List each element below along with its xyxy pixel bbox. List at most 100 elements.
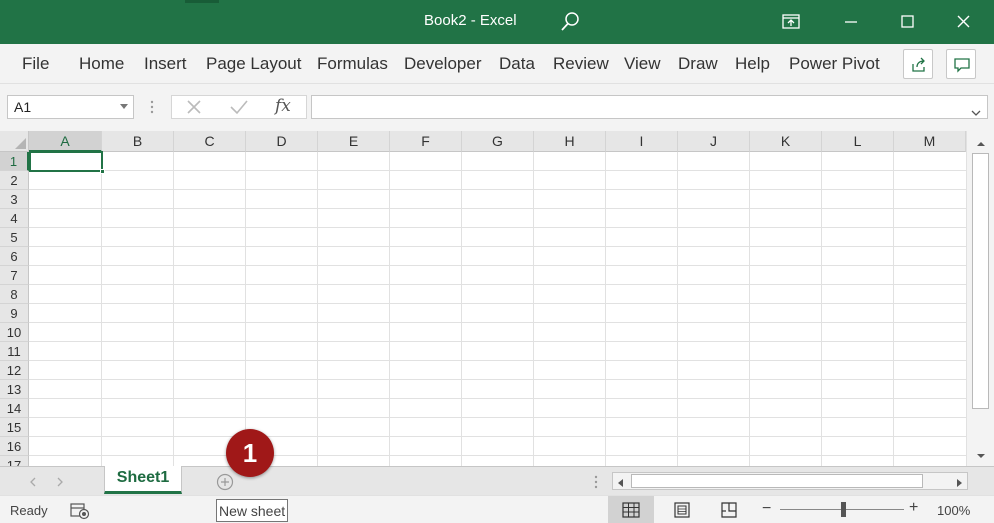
- column-header[interactable]: H: [534, 131, 606, 152]
- tab-view[interactable]: View: [624, 54, 661, 74]
- scroll-right-icon[interactable]: [953, 476, 965, 488]
- row-header[interactable]: 15: [0, 418, 29, 437]
- row-header[interactable]: 4: [0, 209, 29, 228]
- fill-handle[interactable]: [100, 169, 105, 174]
- name-box[interactable]: A1: [7, 95, 134, 119]
- column-header[interactable]: D: [246, 131, 318, 152]
- scroll-up-icon[interactable]: [973, 137, 989, 151]
- drag-handle-icon[interactable]: [150, 100, 154, 114]
- page-break-preview-icon: [721, 502, 737, 518]
- share-button[interactable]: [903, 49, 933, 79]
- tab-developer[interactable]: Developer: [404, 54, 482, 74]
- column-header[interactable]: I: [606, 131, 678, 152]
- column-header[interactable]: A: [29, 131, 102, 152]
- insert-function-icon[interactable]: fx: [275, 96, 291, 116]
- gridline: [29, 436, 966, 437]
- row-header[interactable]: 12: [0, 361, 29, 380]
- scroll-left-icon[interactable]: [615, 476, 627, 488]
- tab-power-pivot[interactable]: Power Pivot: [789, 54, 880, 74]
- horizontal-scrollbar[interactable]: [612, 472, 968, 490]
- zoom-slider-thumb[interactable]: [841, 502, 846, 517]
- vertical-scrollbar[interactable]: [966, 131, 994, 466]
- column-header[interactable]: B: [102, 131, 174, 152]
- column-header[interactable]: L: [822, 131, 894, 152]
- worksheet-grid[interactable]: A B C D E F G H I J K L M 1 2 3 4 5 6 7 …: [0, 131, 966, 466]
- row-header[interactable]: 9: [0, 304, 29, 323]
- zoom-out-button[interactable]: −: [762, 500, 771, 518]
- autosave-accent: [185, 0, 219, 3]
- new-sheet-tooltip: New sheet: [216, 499, 288, 522]
- row-header[interactable]: 2: [0, 171, 29, 190]
- column-header[interactable]: F: [390, 131, 462, 152]
- tab-file[interactable]: File: [22, 54, 49, 74]
- tab-data[interactable]: Data: [499, 54, 535, 74]
- sheet-tab-sheet1[interactable]: Sheet1: [104, 466, 182, 494]
- ribbon-display-options-icon[interactable]: [779, 12, 805, 32]
- tab-review[interactable]: Review: [553, 54, 609, 74]
- active-cell-a1[interactable]: [29, 151, 105, 174]
- share-icon: [912, 57, 925, 72]
- zoom-level[interactable]: 100%: [937, 503, 970, 518]
- row-header[interactable]: 11: [0, 342, 29, 361]
- gridline: [29, 379, 966, 380]
- column-header[interactable]: M: [894, 131, 966, 152]
- tab-draw[interactable]: Draw: [678, 54, 718, 74]
- column-header[interactable]: G: [462, 131, 534, 152]
- tab-insert[interactable]: Insert: [144, 54, 187, 74]
- tab-page-layout[interactable]: Page Layout: [206, 54, 301, 74]
- column-header[interactable]: K: [750, 131, 822, 152]
- sheet-tab-bar: Sheet1: [0, 466, 994, 495]
- row-header[interactable]: 3: [0, 190, 29, 209]
- previous-sheet-icon[interactable]: [28, 475, 38, 487]
- horizontal-scroll-thumb[interactable]: [631, 474, 923, 488]
- tab-home[interactable]: Home: [79, 54, 124, 74]
- tab-help[interactable]: Help: [735, 54, 770, 74]
- row-header[interactable]: 8: [0, 285, 29, 304]
- enter-check-icon[interactable]: [229, 98, 249, 121]
- row-header[interactable]: 14: [0, 399, 29, 418]
- row-header[interactable]: 7: [0, 266, 29, 285]
- row-header[interactable]: 16: [0, 437, 29, 456]
- row-header[interactable]: 1: [0, 152, 29, 171]
- gridline: [389, 152, 390, 466]
- gridline: [29, 246, 966, 247]
- column-header[interactable]: E: [318, 131, 390, 152]
- next-sheet-icon[interactable]: [55, 475, 65, 487]
- scroll-down-icon[interactable]: [973, 449, 989, 463]
- formula-input[interactable]: [311, 95, 988, 119]
- tab-split-handle-icon[interactable]: [594, 475, 598, 489]
- gridline: [893, 152, 894, 466]
- gridline: [29, 417, 966, 418]
- close-icon[interactable]: [950, 12, 978, 32]
- chevron-down-icon[interactable]: [971, 104, 981, 116]
- row-header[interactable]: 10: [0, 323, 29, 342]
- normal-view-button[interactable]: [608, 496, 654, 523]
- column-header[interactable]: J: [678, 131, 750, 152]
- gridline: [29, 360, 966, 361]
- new-sheet-plus-icon[interactable]: [216, 473, 234, 491]
- page-layout-view-button[interactable]: [659, 496, 705, 523]
- row-header[interactable]: 6: [0, 247, 29, 266]
- page-break-preview-button[interactable]: [706, 496, 752, 523]
- title-bar: Book2 - Excel: [0, 0, 994, 44]
- gridline: [245, 152, 246, 466]
- select-all-button[interactable]: [0, 131, 29, 152]
- gridline: [605, 152, 606, 466]
- cancel-x-icon[interactable]: [185, 98, 203, 121]
- row-header[interactable]: 13: [0, 380, 29, 399]
- zoom-in-button[interactable]: +: [909, 499, 918, 517]
- vertical-scroll-thumb[interactable]: [972, 153, 989, 409]
- search-icon[interactable]: [558, 10, 582, 34]
- column-header[interactable]: C: [174, 131, 246, 152]
- comments-button[interactable]: [946, 49, 976, 79]
- maximize-icon[interactable]: [893, 12, 921, 32]
- tab-formulas[interactable]: Formulas: [317, 54, 388, 74]
- minimize-icon[interactable]: [837, 12, 865, 32]
- row-header[interactable]: 5: [0, 228, 29, 247]
- gridline: [29, 284, 966, 285]
- page-layout-view-icon: [674, 502, 690, 518]
- macro-recording-icon[interactable]: [70, 502, 90, 520]
- row-header[interactable]: 17: [0, 456, 29, 466]
- ribbon-tab-bar: File Home Insert Page Layout Formulas De…: [0, 44, 994, 84]
- chevron-down-icon[interactable]: [120, 104, 128, 109]
